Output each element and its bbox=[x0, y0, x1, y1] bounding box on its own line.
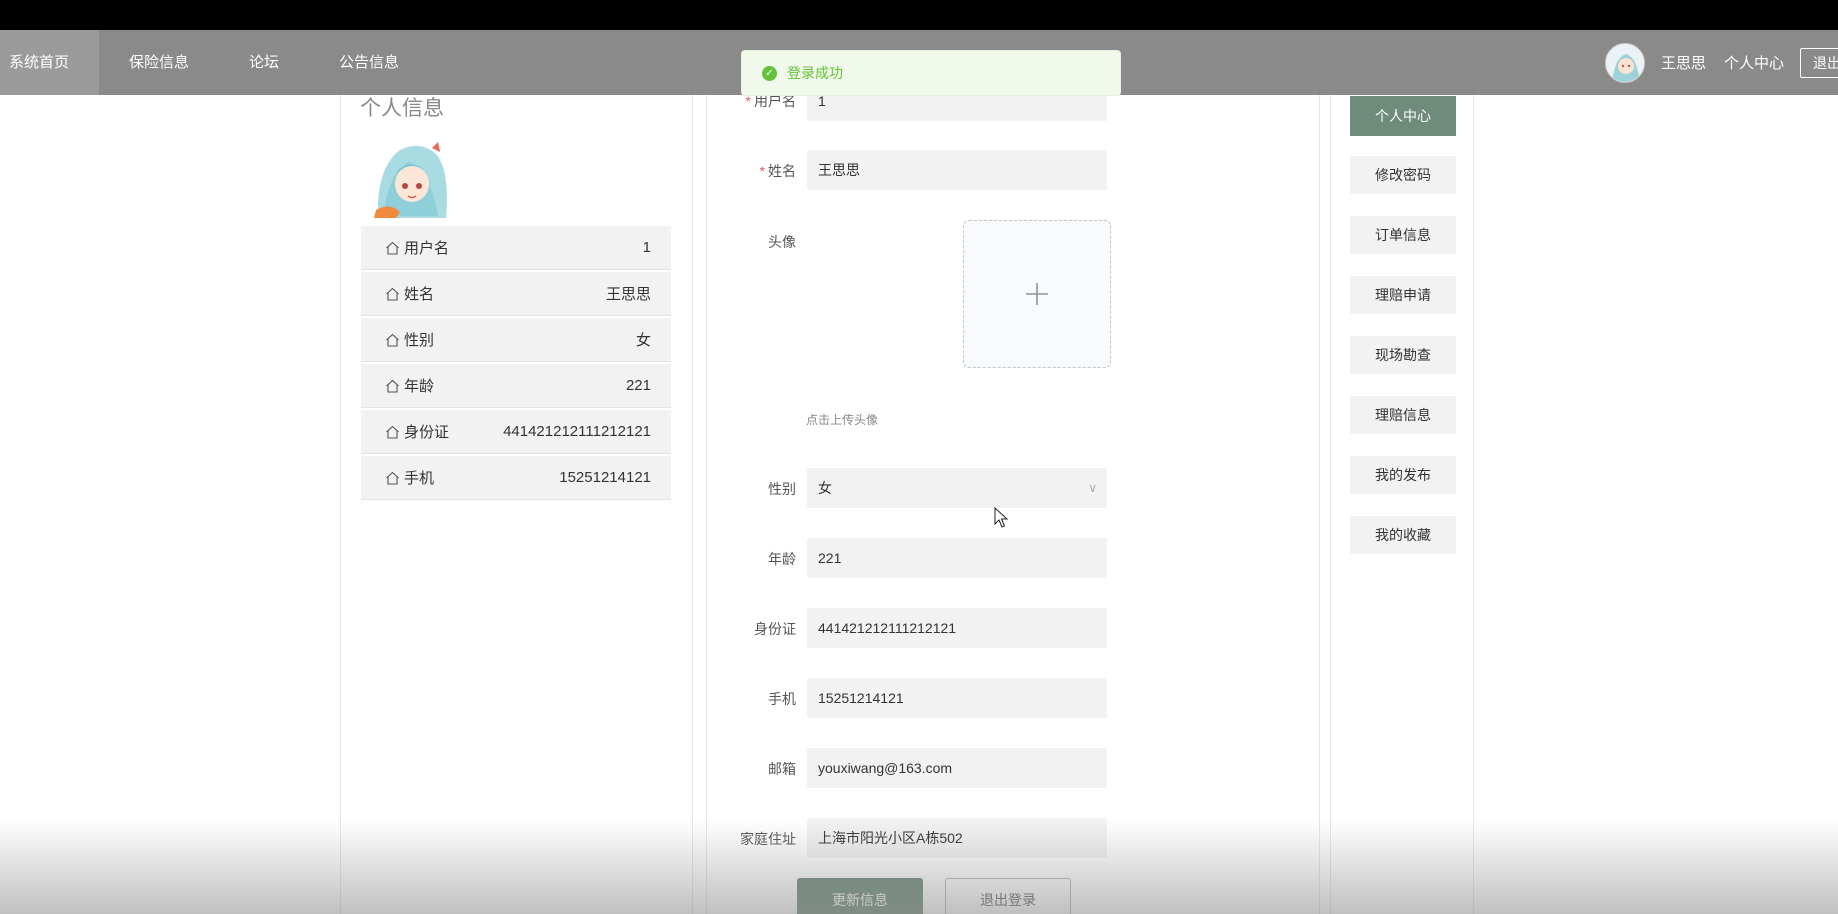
form-row-email: 邮箱 youxiwang@163.com bbox=[706, 748, 1320, 788]
info-value: 15251214121 bbox=[559, 469, 651, 486]
name-label: * 姓名 bbox=[760, 161, 796, 181]
home-icon bbox=[386, 471, 399, 485]
chevron-down-icon: ∨ bbox=[1088, 481, 1097, 495]
phone-label: 手机 bbox=[768, 691, 796, 707]
update-info-button[interactable]: 更新信息 bbox=[797, 878, 923, 914]
phone-field[interactable]: 15251214121 bbox=[807, 678, 1107, 718]
home-icon bbox=[386, 241, 399, 255]
gender-label: 性别 bbox=[768, 481, 796, 497]
info-value: 221 bbox=[625, 377, 651, 394]
success-toast: ✓ 登录成功 bbox=[741, 50, 1121, 96]
plus-icon bbox=[1026, 283, 1048, 305]
address-label: 家庭住址 bbox=[740, 831, 796, 847]
info-row-username: 用户名 1 bbox=[361, 226, 671, 270]
info-value: 王思思 bbox=[605, 286, 651, 303]
info-label: 用户名 bbox=[404, 240, 450, 257]
form-row-id-card: 身份证 441421212111212121 bbox=[706, 608, 1320, 648]
toast-message: 登录成功 bbox=[787, 65, 843, 81]
top-black-strip bbox=[0, 0, 1838, 30]
info-row-age: 年龄 221 bbox=[361, 364, 671, 408]
upload-hint: 点击上传头像 bbox=[806, 413, 879, 427]
nav-item-insurance[interactable]: 保险信息 bbox=[99, 30, 219, 95]
name-field[interactable]: 王思思 bbox=[807, 150, 1107, 190]
side-menu: 个人中心 修改密码 订单信息 理赔申请 现场勘查 理赔信息 我的发布 我的收藏 bbox=[1350, 96, 1456, 576]
profile-avatar-image bbox=[370, 138, 454, 218]
gender-selected-value: 女 bbox=[818, 480, 832, 496]
info-label: 身份证 bbox=[404, 424, 450, 441]
id-card-field[interactable]: 441421212111212121 bbox=[807, 608, 1107, 648]
side-menu-site-survey[interactable]: 现场勘查 bbox=[1350, 336, 1456, 374]
info-row-phone: 手机 15251214121 bbox=[361, 456, 671, 500]
home-icon bbox=[386, 379, 399, 393]
side-menu-claim-application[interactable]: 理赔申请 bbox=[1350, 276, 1456, 314]
nav-personal-center-link[interactable]: 个人中心 bbox=[1724, 52, 1784, 73]
navbar-user-area: 王思思 个人中心 退出 bbox=[1604, 30, 1838, 95]
age-field[interactable]: 221 bbox=[807, 538, 1107, 578]
avatar-label: 头像 bbox=[768, 234, 796, 250]
form-row-age: 年龄 221 bbox=[706, 538, 1320, 578]
info-value: 女 bbox=[635, 332, 651, 349]
gender-select[interactable]: 女 ∨ bbox=[807, 468, 1107, 508]
info-value: 1 bbox=[642, 239, 651, 256]
id-card-label: 身份证 bbox=[754, 621, 796, 637]
section-title: 个人信息 bbox=[360, 97, 444, 120]
home-icon bbox=[386, 287, 399, 301]
info-label: 手机 bbox=[404, 470, 435, 487]
age-label: 年龄 bbox=[768, 551, 796, 567]
name-label-text: 姓名 bbox=[768, 163, 796, 179]
nav-username: 王思思 bbox=[1660, 55, 1706, 72]
form-row-phone: 手机 15251214121 bbox=[706, 678, 1320, 718]
avatar-upload-box[interactable] bbox=[963, 220, 1111, 368]
side-menu-orders[interactable]: 订单信息 bbox=[1350, 216, 1456, 254]
mouse-cursor-icon bbox=[994, 507, 1008, 528]
info-value: 441421212111212121 bbox=[503, 423, 651, 440]
nav-logout-button[interactable]: 退出 bbox=[1800, 47, 1838, 78]
info-label: 年龄 bbox=[404, 378, 435, 395]
required-mark: * bbox=[759, 163, 765, 179]
info-label: 性别 bbox=[404, 332, 435, 349]
nav-item-forum[interactable]: 论坛 bbox=[219, 30, 309, 95]
check-circle-icon: ✓ bbox=[762, 65, 777, 81]
logout-button[interactable]: 退出登录 bbox=[945, 878, 1071, 914]
form-row-name: * 姓名 王思思 bbox=[706, 150, 1320, 190]
info-label: 姓名 bbox=[404, 286, 435, 303]
form-row-address: 家庭住址 上海市阳光小区A栋502 bbox=[706, 818, 1320, 858]
nav-item-announcements[interactable]: 公告信息 bbox=[309, 30, 429, 95]
info-row-id-card: 身份证 441421212111212121 bbox=[361, 410, 671, 454]
side-menu-my-posts[interactable]: 我的发布 bbox=[1350, 456, 1456, 494]
form-row-gender: 性别 女 ∨ bbox=[706, 468, 1320, 508]
email-field[interactable]: youxiwang@163.com bbox=[807, 748, 1107, 788]
avatar[interactable] bbox=[1604, 42, 1645, 83]
side-menu-personal-center[interactable]: 个人中心 bbox=[1350, 96, 1456, 136]
email-label: 邮箱 bbox=[768, 761, 796, 777]
home-icon bbox=[386, 333, 399, 347]
address-field[interactable]: 上海市阳光小区A栋502 bbox=[807, 818, 1107, 858]
info-row-gender: 性别 女 bbox=[361, 318, 671, 362]
nav-item-home[interactable]: 系统首页 bbox=[0, 30, 100, 95]
side-menu-my-favorites[interactable]: 我的收藏 bbox=[1350, 516, 1456, 554]
home-icon bbox=[386, 425, 399, 439]
side-menu-claim-info[interactable]: 理赔信息 bbox=[1350, 396, 1456, 434]
profile-info-list: 用户名 1 姓名 王思思 性别 女 年龄 221 身份证 44142121211… bbox=[361, 226, 671, 502]
info-row-name: 姓名 王思思 bbox=[361, 272, 671, 316]
side-menu-change-password[interactable]: 修改密码 bbox=[1350, 156, 1456, 194]
